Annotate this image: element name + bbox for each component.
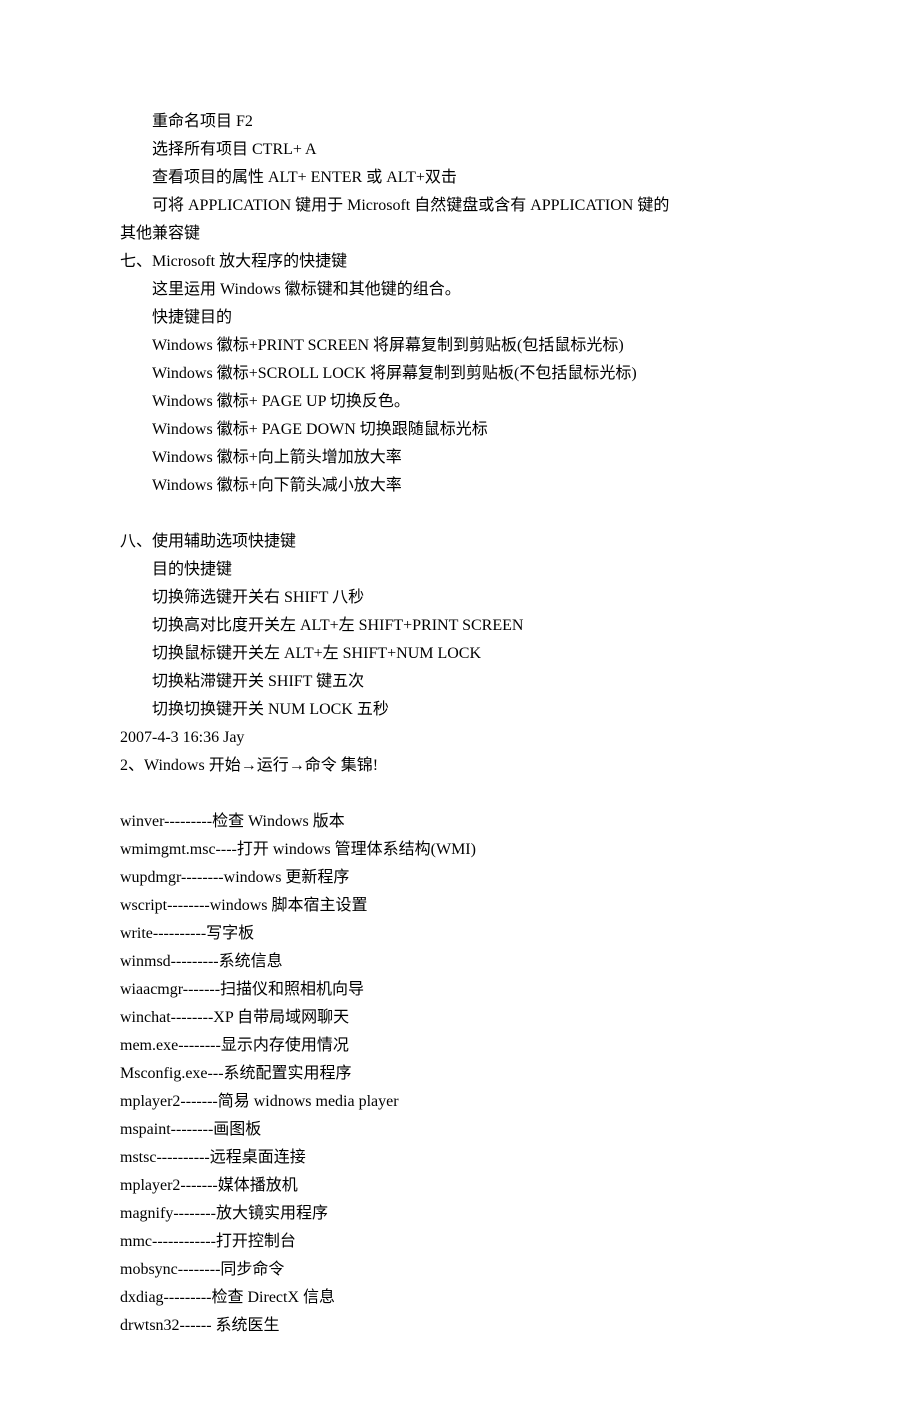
text-line: mspaint--------画图板: [120, 1116, 800, 1144]
text-line: Windows 徽标+向下箭头减小放大率: [120, 472, 800, 500]
text-line: Windows 徽标+ PAGE DOWN 切换跟随鼠标光标: [120, 416, 800, 444]
text-line: 选择所有项目 CTRL+ A: [120, 136, 800, 164]
blank-line: [120, 780, 800, 808]
text-line: winchat--------XP 自带局域网聊天: [120, 1004, 800, 1032]
text-line: 切换筛选键开关右 SHIFT 八秒: [120, 584, 800, 612]
text-line: mplayer2-------媒体播放机: [120, 1172, 800, 1200]
text-line: 重命名项目 F2: [120, 108, 800, 136]
text-line: 查看项目的属性 ALT+ ENTER 或 ALT+双击: [120, 164, 800, 192]
text-line: Windows 徽标+PRINT SCREEN 将屏幕复制到剪贴板(包括鼠标光标…: [120, 332, 800, 360]
text-line: 八、使用辅助选项快捷键: [120, 528, 800, 556]
blank-line: [120, 500, 800, 528]
document-page: 重命名项目 F2选择所有项目 CTRL+ A查看项目的属性 ALT+ ENTER…: [0, 0, 920, 1420]
text-line: 其他兼容键: [120, 220, 800, 248]
text-line: mem.exe--------显示内存使用情况: [120, 1032, 800, 1060]
text-line: 目的快捷键: [120, 556, 800, 584]
text-line: drwtsn32------ 系统医生: [120, 1312, 800, 1340]
text-line: write----------写字板: [120, 920, 800, 948]
text-line: wiaacmgr-------扫描仪和照相机向导: [120, 976, 800, 1004]
text-line: winmsd---------系统信息: [120, 948, 800, 976]
text-line: 快捷键目的: [120, 304, 800, 332]
text-line: 切换鼠标键开关左 ALT+左 SHIFT+NUM LOCK: [120, 640, 800, 668]
text-line: 切换高对比度开关左 ALT+左 SHIFT+PRINT SCREEN: [120, 612, 800, 640]
text-line: 可将 APPLICATION 键用于 Microsoft 自然键盘或含有 APP…: [120, 192, 800, 220]
text-line: Windows 徽标+ PAGE UP 切换反色。: [120, 388, 800, 416]
text-line: 2、Windows 开始→运行→命令 集锦!: [120, 752, 800, 780]
text-line: wupdmgr--------windows 更新程序: [120, 864, 800, 892]
text-line: 2007-4-3 16:36 Jay: [120, 724, 800, 752]
text-line: mplayer2-------简易 widnows media player: [120, 1088, 800, 1116]
text-line: 切换切换键开关 NUM LOCK 五秒: [120, 696, 800, 724]
text-line: 切换粘滞键开关 SHIFT 键五次: [120, 668, 800, 696]
text-line: Windows 徽标+SCROLL LOCK 将屏幕复制到剪贴板(不包括鼠标光标…: [120, 360, 800, 388]
text-line: 这里运用 Windows 徽标键和其他键的组合。: [120, 276, 800, 304]
text-line: mstsc----------远程桌面连接: [120, 1144, 800, 1172]
text-line: wscript--------windows 脚本宿主设置: [120, 892, 800, 920]
text-line: Msconfig.exe---系统配置实用程序: [120, 1060, 800, 1088]
text-line: mobsync--------同步命令: [120, 1256, 800, 1284]
text-line: magnify--------放大镜实用程序: [120, 1200, 800, 1228]
text-line: wmimgmt.msc----打开 windows 管理体系结构(WMI): [120, 836, 800, 864]
text-line: dxdiag---------检查 DirectX 信息: [120, 1284, 800, 1312]
text-line: mmc------------打开控制台: [120, 1228, 800, 1256]
text-line: winver---------检查 Windows 版本: [120, 808, 800, 836]
text-line: 七、Microsoft 放大程序的快捷键: [120, 248, 800, 276]
text-line: Windows 徽标+向上箭头增加放大率: [120, 444, 800, 472]
